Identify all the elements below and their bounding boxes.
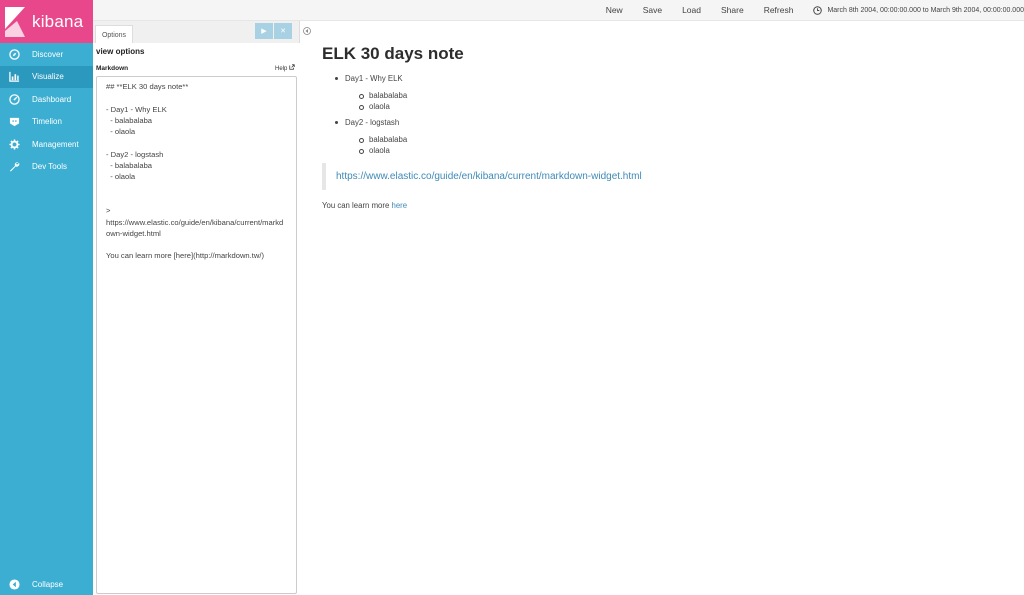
list-item: olaola [359,145,1022,156]
top-toolbar: New Save Load Share Refresh March 8th 20… [93,0,1024,21]
list-item: Day1 - Why ELK balabalaba olaola [335,73,1022,112]
gear-icon [9,139,20,150]
list-item-label: Day2 - logstash [345,118,400,127]
sidebar-item-dev-tools[interactable]: Dev Tools [0,156,93,179]
options-panel: view options Markdown Help ## **ELK 30 d… [93,43,300,595]
markdown-textarea[interactable]: ## **ELK 30 days note** - Day1 - Why ELK… [96,76,297,594]
list-item: olaola [359,101,1022,112]
editor-panel: Options ▶ ✕ view options Markdown Help #… [93,21,300,595]
blockquote: https://www.elastic.co/guide/en/kibana/c… [322,163,1022,190]
sidebar-item-visualize[interactable]: Visualize [0,65,93,88]
kibana-logo-icon [5,6,25,37]
external-link-icon [289,64,295,70]
compass-icon [9,49,20,60]
dashboard-icon [9,94,20,105]
load-button[interactable]: Load [682,5,701,15]
sidebar-item-management[interactable]: Management [0,133,93,156]
new-button[interactable]: New [606,5,623,15]
tab-options[interactable]: Options [95,25,133,44]
sidebar-item-discover[interactable]: Discover [0,43,93,66]
sidebar-item-label: Visualize [32,72,64,82]
help-link[interactable]: Help [275,64,297,72]
preview-title: ELK 30 days note [322,44,464,63]
help-label: Help [274,66,288,72]
apply-changes-button[interactable]: ▶ [255,23,273,39]
refresh-button[interactable]: Refresh [764,5,794,15]
sidebar-item-label: Dev Tools [32,162,67,172]
list-item: balabalaba [359,134,1022,145]
wrench-icon [9,161,20,172]
preview-sublist: balabalaba olaola [359,134,1022,156]
time-picker[interactable]: March 8th 2004, 00:00:00.000 to March 9t… [813,5,1024,15]
sidebar-item-label: Timelion [32,117,62,127]
sidebar-item-label: Discover [32,49,64,59]
list-item: balabalaba [359,90,1022,101]
time-range-label: March 8th 2004, 00:00:00.000 to March 9t… [827,6,1024,14]
preview-list: Day1 - Why ELK balabalaba olaola Day2 - … [335,73,1022,156]
sidebar-nav: Discover Visualize Dashboard Timelion Ma… [0,43,93,178]
here-link[interactable]: here [392,201,408,210]
markdown-label-row: Markdown Help [96,62,297,74]
share-button[interactable]: Share [721,5,744,15]
view-options-title: view options [96,47,145,56]
learn-more-text: You can learn more here [322,201,1022,210]
sidebar-item-dashboard[interactable]: Dashboard [0,88,93,111]
save-button[interactable]: Save [643,5,662,15]
sidebar-item-timelion[interactable]: Timelion [0,111,93,134]
timelion-icon [9,116,20,127]
list-item: Day2 - logstash balabalaba olaola [335,117,1022,156]
editor-actions: ▶ ✕ [255,23,292,39]
discard-changes-button[interactable]: ✕ [274,23,292,39]
logo-text: kibana [32,11,84,31]
collapse-editor-icon[interactable] [303,27,311,35]
sidebar-item-label: Management [32,139,79,149]
bar-chart-icon [9,71,20,82]
sidebar-item-label: Dashboard [32,94,72,104]
clock-icon [813,5,823,15]
list-item-label: Day1 - Why ELK [345,74,403,83]
collapse-label: Collapse [32,579,64,589]
markdown-preview: ELK 30 days note Day1 - Why ELK balabala… [322,21,1022,595]
editor-tabs: Options ▶ ✕ [93,21,299,44]
learn-more-prefix: You can learn more [322,201,392,210]
collapse-left-icon [9,578,20,590]
kibana-logo[interactable]: kibana [0,0,93,43]
preview-sublist: balabalaba olaola [359,90,1022,112]
quote-link[interactable]: https://www.elastic.co/guide/en/kibana/c… [336,171,642,182]
collapse-button[interactable]: Collapse [0,573,93,595]
sidebar: kibana Discover Visualize Dashboard Time… [0,0,93,595]
markdown-label: Markdown [96,64,129,72]
